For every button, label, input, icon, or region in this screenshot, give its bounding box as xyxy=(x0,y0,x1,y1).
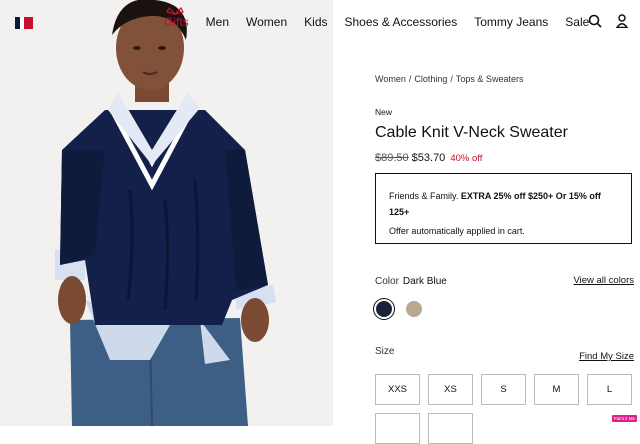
corner-badge[interactable]: Paint it Me xyxy=(611,415,637,422)
breadcrumb-clothing[interactable]: Clothing xyxy=(414,74,447,84)
size-option-l[interactable]: L xyxy=(587,374,632,405)
size-label: Size xyxy=(375,346,395,357)
size-option-xs[interactable]: XS xyxy=(428,374,473,405)
nav-item-tommy-jeans[interactable]: Tommy Jeans xyxy=(474,15,548,31)
breadcrumb-women[interactable]: Women xyxy=(375,74,406,84)
price-block: $89.50 $53.70 40% off xyxy=(375,152,482,164)
nav-item-women[interactable]: Women xyxy=(246,15,287,31)
flag-logo-icon[interactable] xyxy=(15,16,33,29)
breadcrumb-separator: / xyxy=(408,74,412,84)
product-title: Cable Knit V-Neck Sweater xyxy=(375,124,568,141)
header-actions xyxy=(588,14,628,28)
size-option-xxs[interactable]: XXS xyxy=(375,374,420,405)
size-option-m[interactable]: M xyxy=(534,374,579,405)
color-swatch-khaki[interactable] xyxy=(406,301,422,317)
new-badge: New xyxy=(375,107,393,117)
nav-item-gifts[interactable]: Gifts xyxy=(164,7,189,31)
main-nav: Gifts Men Women Kids Shoes & Accessories… xyxy=(164,7,606,31)
color-label: Color xyxy=(375,276,399,287)
promo-box: Friends & Family. EXTRA 25% off $250+ Or… xyxy=(375,173,632,244)
user-icon[interactable] xyxy=(616,14,628,28)
breadcrumb: Women / Clothing / Tops & Sweaters xyxy=(375,74,523,84)
product-photo[interactable] xyxy=(0,0,333,426)
discount-label: 40% off xyxy=(450,153,483,164)
size-options: XXS XS S M L xyxy=(375,374,632,405)
search-icon[interactable] xyxy=(588,14,602,28)
breadcrumb-separator: / xyxy=(450,74,453,84)
promo-subtext: Offer automatically applied in cart. xyxy=(389,226,525,236)
size-option[interactable] xyxy=(428,413,473,444)
nav-item-kids[interactable]: Kids xyxy=(304,15,327,31)
nav-item-sale[interactable]: Sale xyxy=(565,15,589,31)
size-selector-header: Size Find My Size xyxy=(375,346,634,362)
size-options-row-2 xyxy=(375,413,473,444)
promo-prefix: Friends & Family. xyxy=(389,191,461,201)
view-all-colors-link[interactable]: View all colors xyxy=(573,275,634,286)
color-selector-header: Color Dark Blue View all colors xyxy=(375,275,634,287)
model-illustration xyxy=(0,0,333,426)
find-my-size-link[interactable]: Find My Size xyxy=(579,351,634,362)
original-price: $89.50 xyxy=(375,152,409,164)
nav-item-men[interactable]: Men xyxy=(206,15,229,31)
breadcrumb-tops-sweaters[interactable]: Tops & Sweaters xyxy=(456,74,524,84)
selected-color: Dark Blue xyxy=(402,276,447,287)
size-option[interactable] xyxy=(375,413,420,444)
color-swatch-dark-blue[interactable] xyxy=(376,301,392,317)
gift-bow-icon xyxy=(166,7,184,15)
size-option-s[interactable]: S xyxy=(481,374,526,405)
nav-item-shoes-accessories[interactable]: Shoes & Accessories xyxy=(345,15,458,31)
nav-gifts-label: Gifts xyxy=(164,15,189,29)
sale-price: $53.70 xyxy=(411,152,446,164)
